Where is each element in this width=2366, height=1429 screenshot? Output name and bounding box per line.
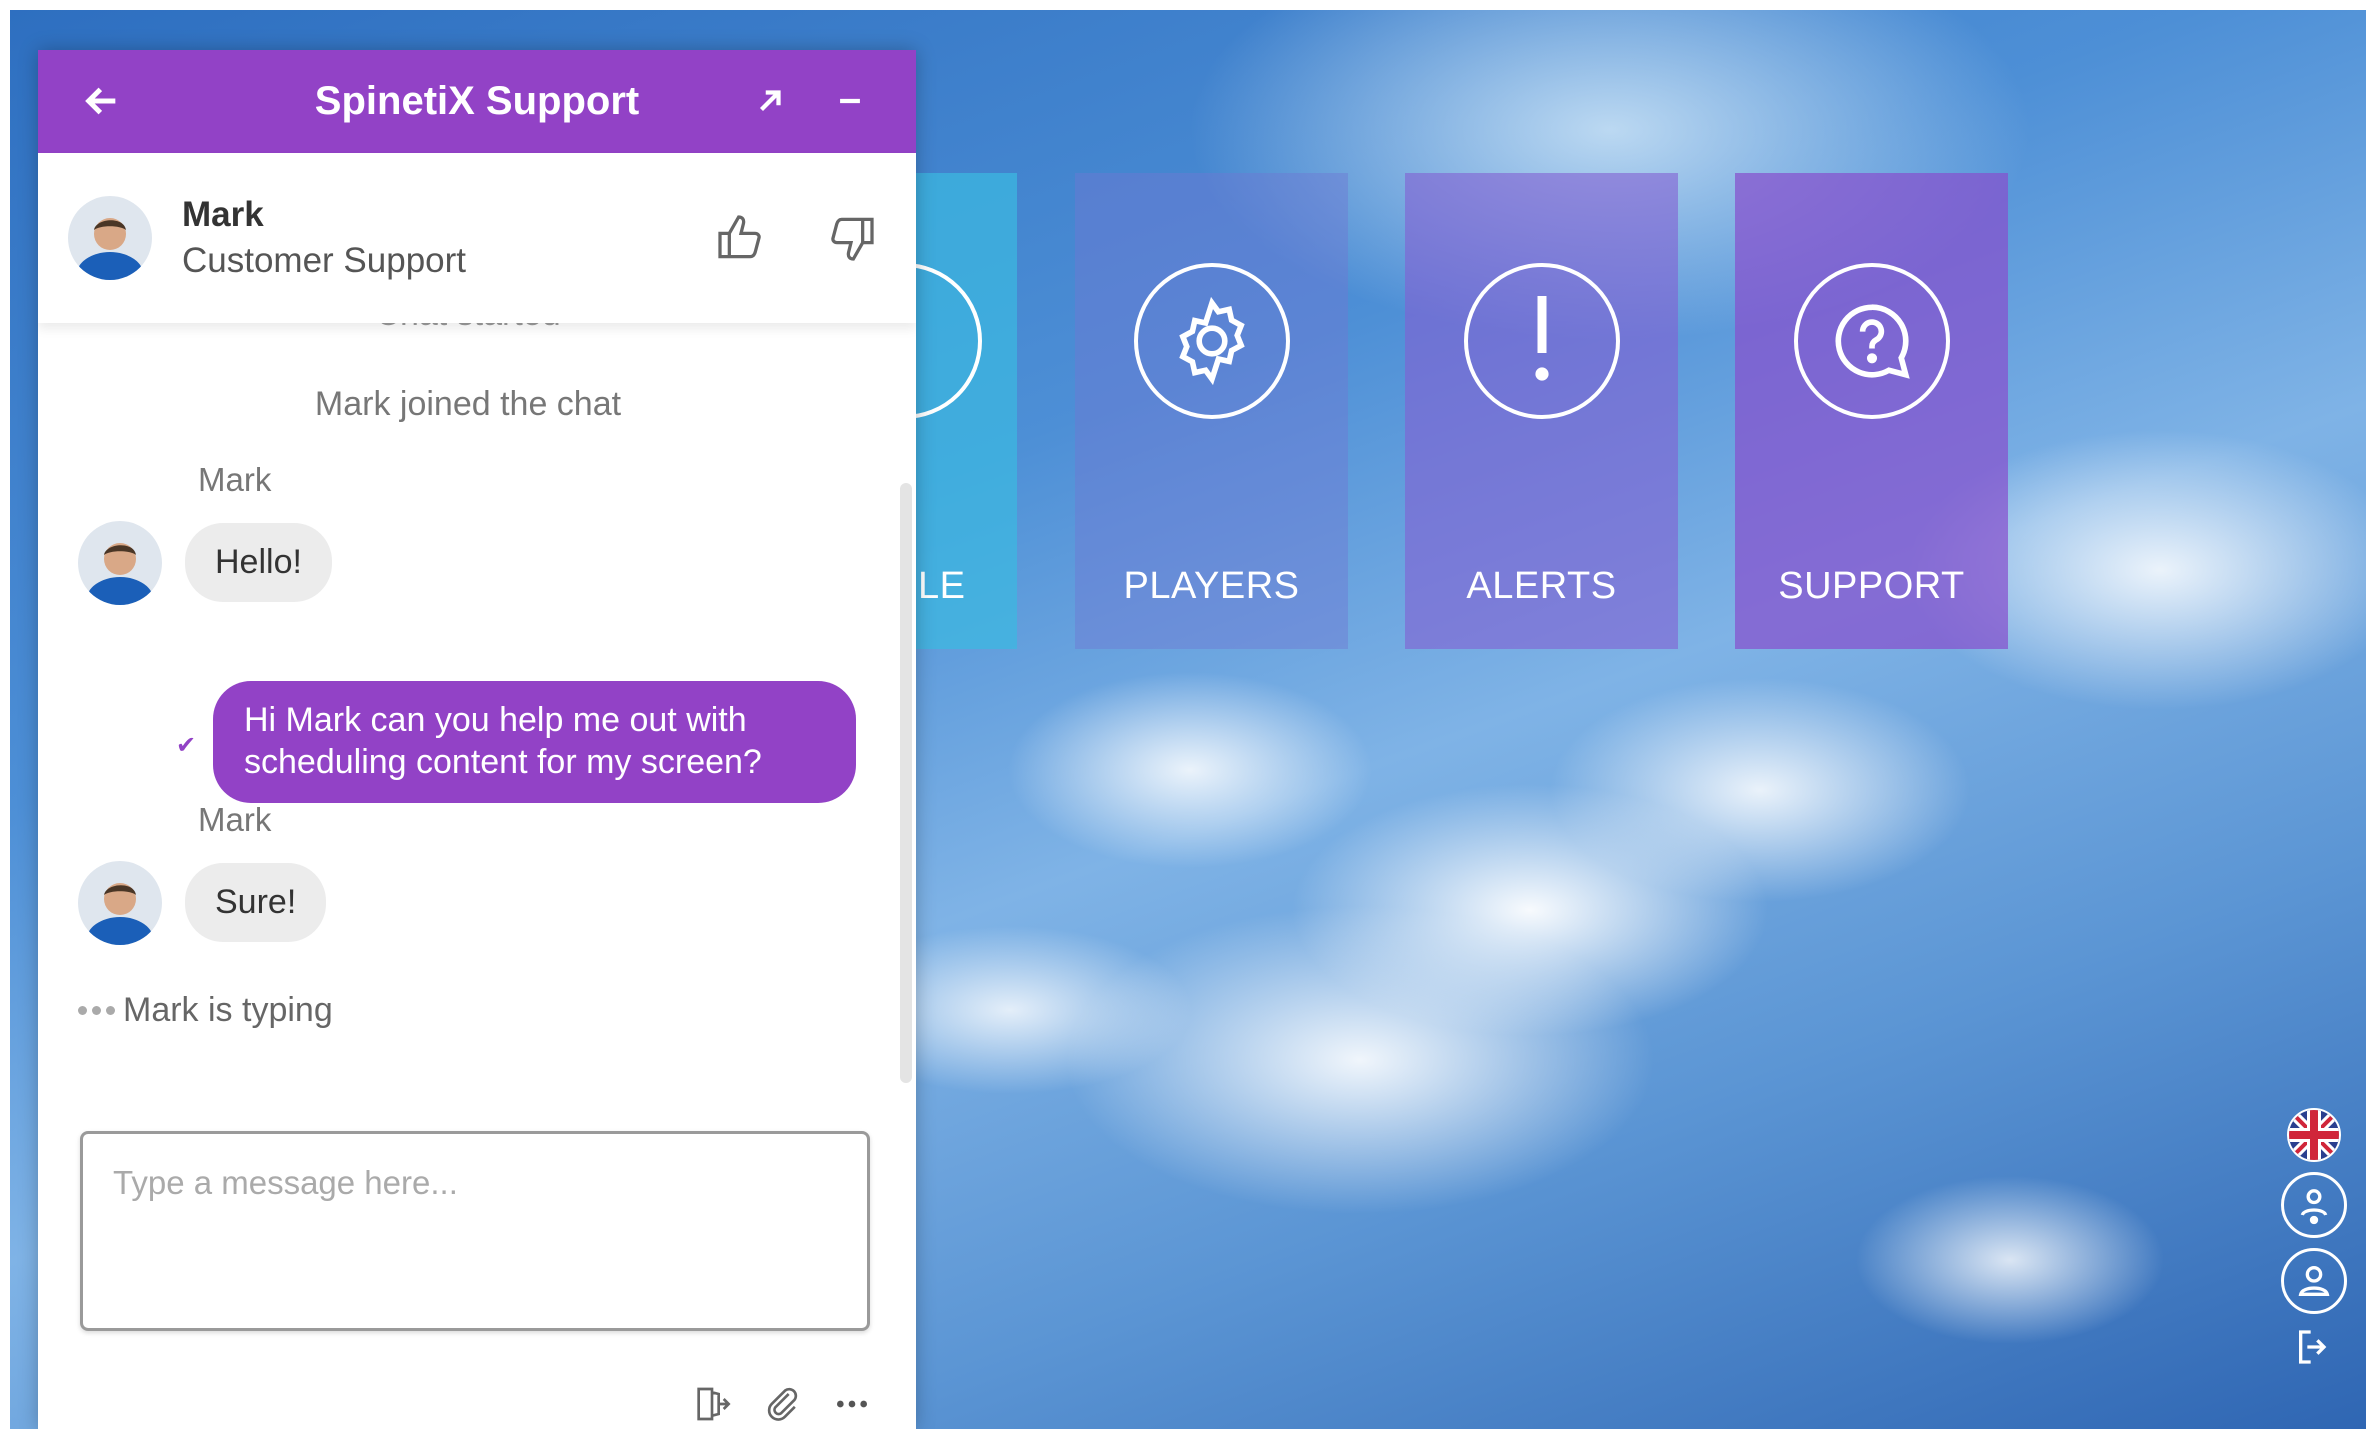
popout-icon[interactable] [744, 75, 796, 127]
tile-support-label: SUPPORT [1778, 565, 1965, 607]
exclamation-icon [1463, 263, 1620, 419]
tile-players-label: PLAYERS [1123, 565, 1300, 607]
back-arrow-icon[interactable] [76, 75, 128, 127]
avatar [78, 521, 162, 605]
scrollbar[interactable] [900, 483, 912, 1083]
message-bubble-incoming: Hello! [185, 523, 332, 602]
chat-widget: SpinetiX Support Mark Customer Support M… [38, 50, 916, 1429]
agent-role: Customer Support [182, 241, 467, 280]
message-input-placeholder: Type a message here... [113, 1164, 458, 1201]
avatar [78, 861, 162, 945]
agent-name: Mark [182, 195, 264, 234]
uk-flag-icon[interactable] [2287, 1108, 2341, 1162]
agent-bar: Mark Customer Support [38, 153, 916, 323]
tile-alerts-label: ALERTS [1466, 565, 1617, 607]
tile-support[interactable]: SUPPORT [1735, 173, 2008, 649]
message-sender: Mark [198, 801, 272, 838]
gear-icon [1133, 263, 1290, 419]
read-check-icon: ✔ [176, 732, 197, 759]
message-list: Chat started Mark joined the chat Mark H… [38, 295, 916, 1083]
more-icon[interactable] [828, 1380, 876, 1428]
user-icon[interactable] [2281, 1248, 2347, 1314]
typing-indicator: Mark is typing [78, 991, 333, 1030]
typing-text: Mark is typing [123, 991, 333, 1029]
minimize-icon[interactable] [824, 75, 876, 127]
paperclip-icon[interactable] [758, 1380, 806, 1428]
side-rail [2274, 1108, 2354, 1370]
message-bubble-incoming: Sure! [185, 863, 327, 942]
logout-icon[interactable] [2291, 1324, 2337, 1370]
system-message-joined: Mark joined the chat [314, 385, 622, 423]
exit-icon[interactable] [688, 1380, 736, 1428]
thumbs-up-icon[interactable] [706, 203, 776, 273]
tile-players[interactable]: PLAYERS [1075, 173, 1348, 649]
message-bubble-outgoing: Hi Mark can you help me out with schedul… [213, 681, 856, 803]
question-chat-icon [1793, 263, 1950, 419]
chat-toolbar [688, 1380, 876, 1428]
message-sender: Mark [198, 461, 272, 498]
tile-alerts[interactable]: ALERTS [1405, 173, 1678, 649]
message-input[interactable]: Type a message here... [80, 1131, 870, 1331]
typing-dots [78, 1006, 115, 1015]
chat-title: SpinetiX Support [314, 79, 640, 123]
chat-header: SpinetiX Support [38, 50, 916, 153]
thumbs-down-icon[interactable] [816, 203, 886, 273]
user-settings-icon[interactable] [2281, 1172, 2347, 1238]
avatar [68, 196, 152, 280]
